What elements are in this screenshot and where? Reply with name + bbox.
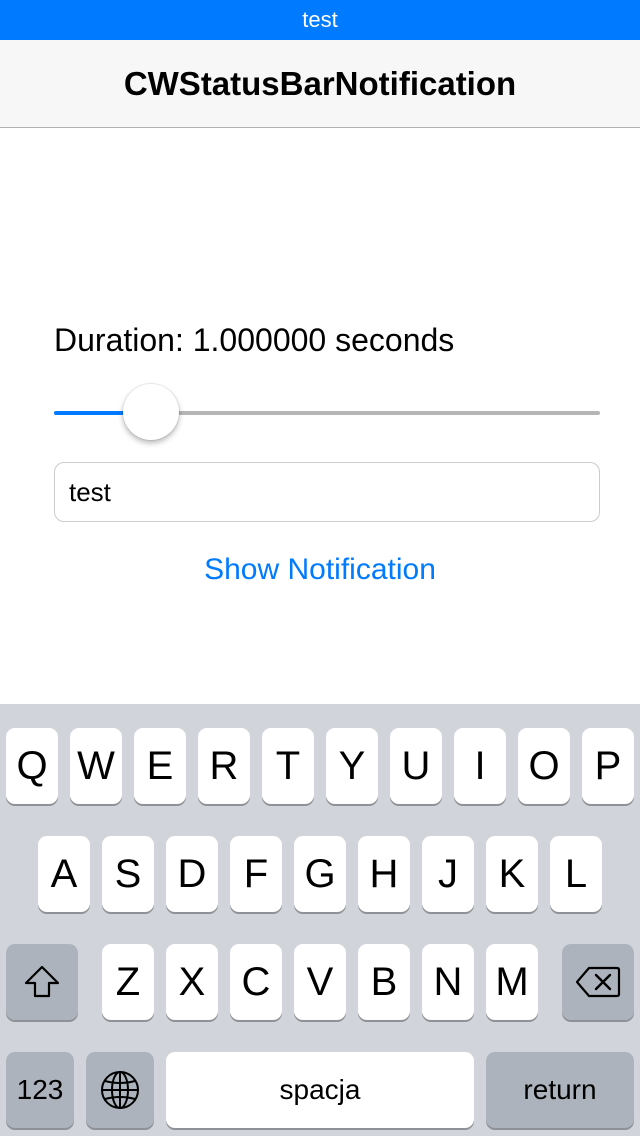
key-i[interactable]: I xyxy=(454,728,506,804)
globe-key[interactable] xyxy=(86,1052,154,1128)
key-e[interactable]: E xyxy=(134,728,186,804)
numbers-key[interactable]: 123 xyxy=(6,1052,74,1128)
notification-text: test xyxy=(302,7,338,32)
slider-thumb[interactable] xyxy=(122,384,179,440)
nav-title: CWStatusBarNotification xyxy=(123,64,517,102)
key-y[interactable]: Y xyxy=(326,728,378,804)
navigation-bar: CWStatusBarNotification xyxy=(0,40,640,128)
slider-track-empty xyxy=(150,411,600,415)
key-q[interactable]: Q xyxy=(6,728,58,804)
key-t[interactable]: T xyxy=(262,728,314,804)
text-field-value: test xyxy=(69,476,111,507)
globe-icon xyxy=(99,1069,141,1111)
key-r[interactable]: R xyxy=(198,728,250,804)
key-k[interactable]: K xyxy=(486,836,538,912)
key-j[interactable]: J xyxy=(422,836,474,912)
duration-label: Duration: 1.000000 seconds xyxy=(54,322,455,358)
key-p[interactable]: P xyxy=(582,728,634,804)
duration-slider[interactable] xyxy=(54,384,600,440)
key-x[interactable]: X xyxy=(166,944,218,1020)
backspace-key[interactable] xyxy=(562,944,634,1020)
shift-icon xyxy=(22,964,62,1000)
key-d[interactable]: D xyxy=(166,836,218,912)
key-z[interactable]: Z xyxy=(102,944,154,1020)
key-m[interactable]: M xyxy=(486,944,538,1020)
key-b[interactable]: B xyxy=(358,944,410,1020)
key-u[interactable]: U xyxy=(390,728,442,804)
key-o[interactable]: O xyxy=(518,728,570,804)
key-g[interactable]: G xyxy=(294,836,346,912)
key-f[interactable]: F xyxy=(230,836,282,912)
key-s[interactable]: S xyxy=(102,836,154,912)
space-key[interactable]: spacja xyxy=(166,1052,474,1128)
key-h[interactable]: H xyxy=(358,836,410,912)
key-v[interactable]: V xyxy=(294,944,346,1020)
key-c[interactable]: C xyxy=(230,944,282,1020)
key-a[interactable]: A xyxy=(38,836,90,912)
status-bar-notification[interactable]: test xyxy=(0,0,640,40)
shift-key[interactable] xyxy=(6,944,78,1020)
return-key[interactable]: return xyxy=(486,1052,634,1128)
notification-text-field[interactable]: test xyxy=(54,462,600,522)
keyboard: Q W E R T Y U I O P A S D F G H J K L Z … xyxy=(0,704,640,1136)
show-notification-button[interactable]: Show Notification xyxy=(0,548,640,592)
backspace-icon xyxy=(575,966,621,998)
key-w[interactable]: W xyxy=(70,728,122,804)
key-l[interactable]: L xyxy=(550,836,602,912)
key-n[interactable]: N xyxy=(422,944,474,1020)
